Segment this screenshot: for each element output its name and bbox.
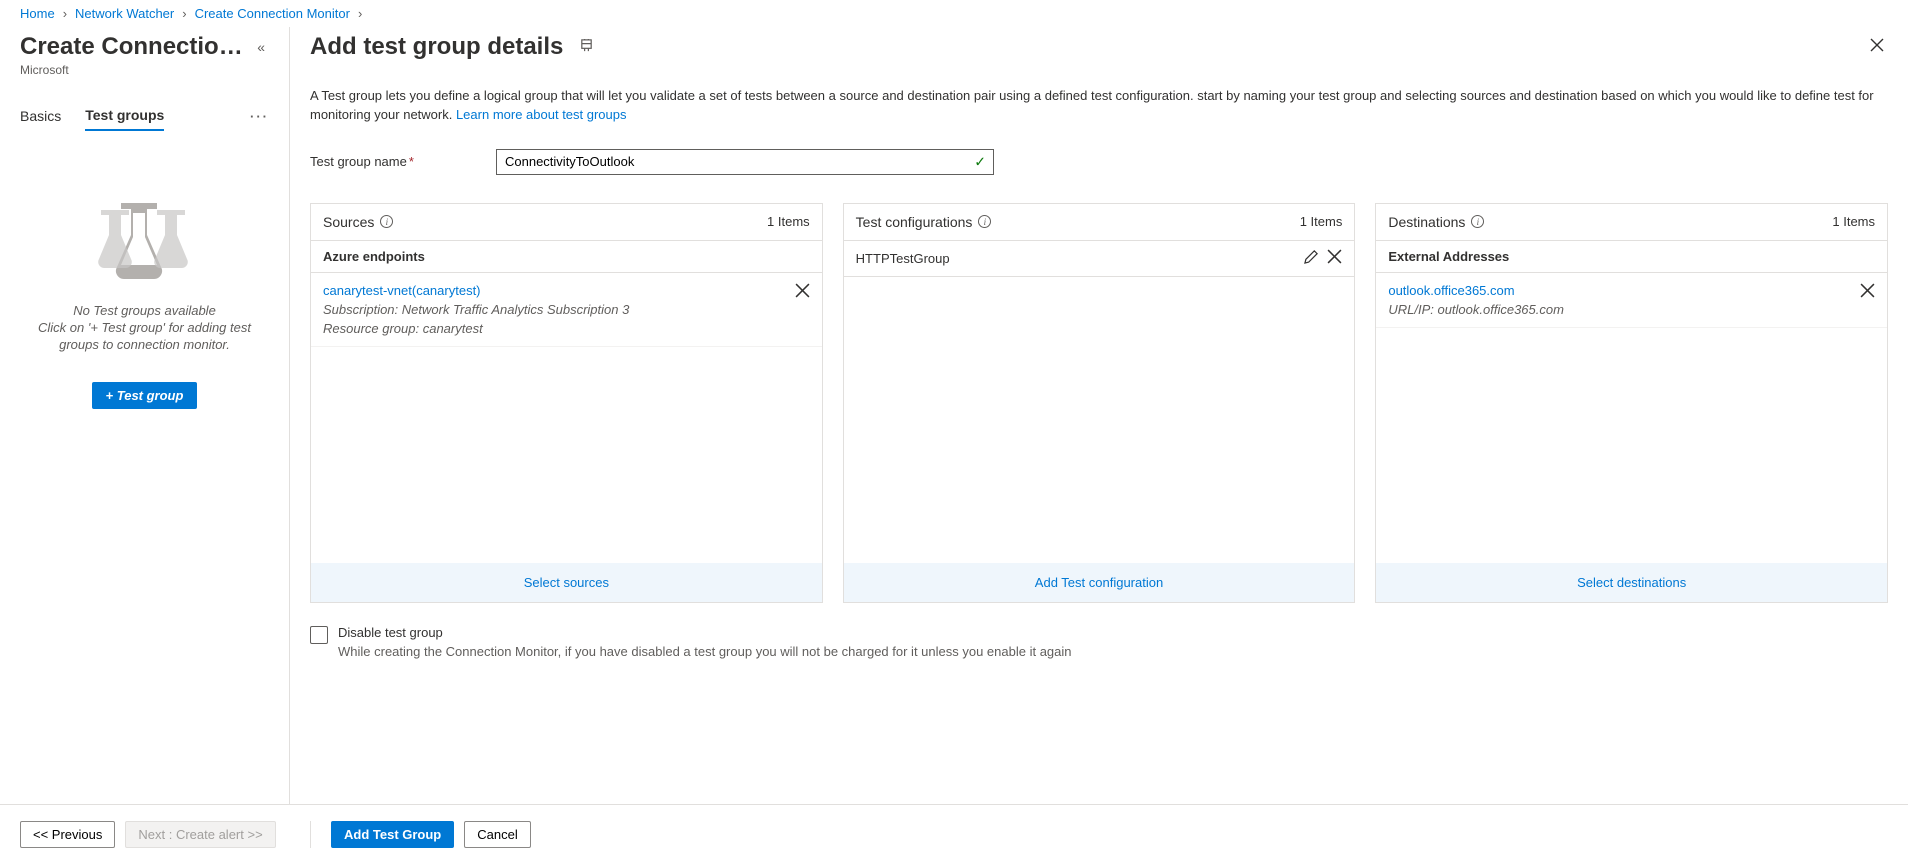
chevron-right-icon: ›	[358, 6, 362, 21]
sources-card: Sources i 1 Items Azure endpoints canary…	[310, 203, 823, 603]
dest-row: outlook.office365.com URL/IP: outlook.of…	[1376, 273, 1887, 328]
flask-icon	[97, 201, 193, 283]
test-group-name-input[interactable]	[496, 149, 994, 175]
breadcrumb-home[interactable]: Home	[20, 6, 55, 21]
select-destinations-button[interactable]: Select destinations	[1376, 563, 1887, 602]
empty-line1: No Test groups available	[73, 303, 216, 318]
chevron-right-icon: ›	[63, 6, 67, 21]
empty-line2: Click on '+ Test group' for adding test	[38, 320, 251, 335]
sources-title: Sources	[323, 214, 374, 230]
previous-button[interactable]: << Previous	[20, 821, 115, 848]
add-test-group-submit-button[interactable]: Add Test Group	[331, 821, 454, 848]
source-sub1: Subscription: Network Traffic Analytics …	[323, 302, 787, 317]
tabs: Basics Test groups ···	[20, 101, 269, 131]
info-icon[interactable]: i	[380, 215, 393, 228]
tab-test-groups[interactable]: Test groups	[85, 101, 164, 131]
test-group-name-row: Test group name* ✓	[310, 149, 1888, 175]
empty-line3: groups to connection monitor.	[59, 337, 230, 352]
chevron-right-icon: ›	[182, 6, 186, 21]
configs-count: 1 Items	[1300, 214, 1343, 229]
source-row: canarytest-vnet(canarytest) Subscription…	[311, 273, 822, 347]
collapse-icon[interactable]: «	[253, 35, 269, 59]
test-group-name-label: Test group name*	[310, 154, 496, 169]
configs-title: Test configurations	[856, 214, 973, 230]
disable-label: Disable test group	[338, 625, 1072, 640]
add-test-config-button[interactable]: Add Test configuration	[844, 563, 1355, 602]
sources-count: 1 Items	[767, 214, 810, 229]
disable-test-group-row: Disable test group While creating the Co…	[310, 625, 1888, 659]
next-button[interactable]: Next : Create alert >>	[125, 821, 275, 848]
remove-source-icon[interactable]	[795, 283, 810, 302]
footer-bar: << Previous Next : Create alert >> Add T…	[0, 804, 1908, 864]
pin-icon[interactable]	[579, 38, 594, 56]
remove-dest-icon[interactable]	[1860, 283, 1875, 302]
dests-title: Destinations	[1388, 214, 1465, 230]
sources-subheader: Azure endpoints	[311, 240, 822, 273]
tab-basics[interactable]: Basics	[20, 102, 61, 130]
add-test-group-button[interactable]: + Test group	[92, 382, 198, 409]
config-name: HTTPTestGroup	[856, 251, 950, 266]
intro-text: A Test group lets you define a logical g…	[310, 87, 1888, 125]
disable-sub: While creating the Connection Monitor, i…	[338, 644, 1072, 659]
info-icon[interactable]: i	[1471, 215, 1484, 228]
dest-sub1: URL/IP: outlook.office365.com	[1388, 302, 1852, 317]
empty-state: No Test groups available Click on '+ Tes…	[20, 201, 269, 409]
main-panel: Add test group details A Test group lets…	[290, 27, 1908, 804]
page-title-left: Create Connection…	[20, 33, 250, 61]
select-sources-button[interactable]: Select sources	[311, 563, 822, 602]
test-configs-card: Test configurations i 1 Items HTTPTestGr…	[843, 203, 1356, 603]
config-row: HTTPTestGroup	[844, 240, 1355, 277]
cancel-button[interactable]: Cancel	[464, 821, 530, 848]
dest-link[interactable]: outlook.office365.com	[1388, 283, 1514, 298]
breadcrumb: Home › Network Watcher › Create Connecti…	[0, 0, 1908, 27]
disable-checkbox[interactable]	[310, 626, 328, 644]
breadcrumb-network-watcher[interactable]: Network Watcher	[75, 6, 174, 21]
close-icon[interactable]	[1866, 34, 1888, 61]
page-title: Add test group details	[310, 33, 563, 61]
edit-config-icon[interactable]	[1304, 249, 1319, 268]
valid-check-icon: ✓	[974, 153, 986, 170]
remove-config-icon[interactable]	[1327, 249, 1342, 268]
dests-count: 1 Items	[1832, 214, 1875, 229]
source-link[interactable]: canarytest-vnet(canarytest)	[323, 283, 481, 298]
source-sub2: Resource group: canarytest	[323, 321, 787, 336]
publisher-label: Microsoft	[20, 63, 269, 77]
dests-subheader: External Addresses	[1376, 240, 1887, 273]
tab-more-icon[interactable]: ···	[250, 109, 269, 124]
destinations-card: Destinations i 1 Items External Addresse…	[1375, 203, 1888, 603]
info-icon[interactable]: i	[978, 215, 991, 228]
breadcrumb-create-connection-monitor[interactable]: Create Connection Monitor	[195, 6, 350, 21]
left-panel: Create Connection… « Microsoft Basics Te…	[0, 27, 290, 804]
learn-more-link[interactable]: Learn more about test groups	[456, 107, 627, 122]
